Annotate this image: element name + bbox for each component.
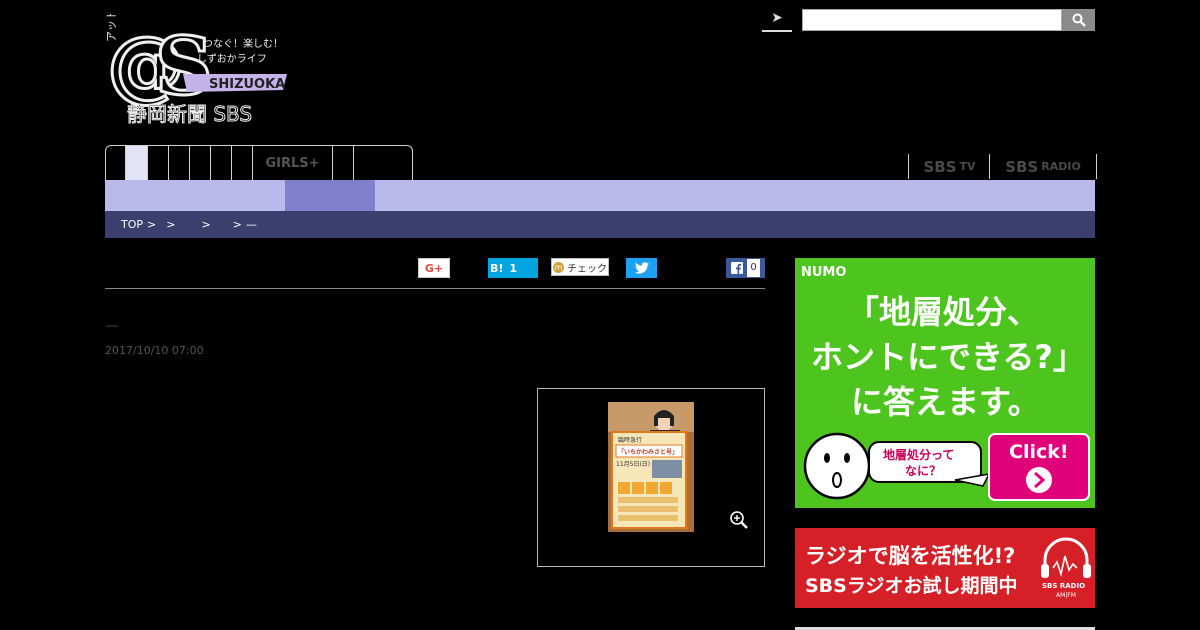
svg-text:地層処分って: 地層処分って [883, 447, 954, 462]
sbs-tv-main: SBS [923, 157, 957, 176]
article-photo[interactable]: 臨時急行 「いちかわみさと号」 11月5日(日) [608, 402, 694, 532]
nav-tab-1[interactable] [106, 146, 126, 180]
nav-tab-5[interactable] [190, 146, 211, 180]
google-plus-icon: G+ [424, 261, 444, 275]
hatena-bookmark-button[interactable]: B! 1 [488, 258, 538, 278]
svg-text:なに？: なに？ [905, 464, 941, 478]
nav-tab-6[interactable] [211, 146, 232, 180]
numo-ad-banner[interactable]: NUMO 「地層処分、 ホントにできる?」 に答えます。 地層処分って なに？ … [795, 258, 1095, 508]
sub-nav [105, 180, 1095, 211]
google-plus-share-button[interactable]: G+ [418, 258, 450, 278]
sbs-tv-link[interactable]: SBS TV [908, 154, 990, 179]
facebook-icon [731, 262, 744, 274]
nav-tab-girls[interactable]: GIRLS+ [253, 146, 333, 180]
breadcrumb-separator: > [166, 218, 176, 231]
sbs-tv-sub: TV [959, 160, 976, 173]
mascot-icon [803, 432, 871, 500]
svg-text:しずおかライフ: しずおかライフ [197, 53, 267, 65]
mixi-check-button[interactable]: m チェック [551, 258, 609, 276]
sbs-radio-link[interactable]: SBS RADIO [989, 154, 1097, 179]
mixi-icon: m [553, 261, 564, 273]
svg-text:静岡新聞 SBS: 静岡新聞 SBS [127, 102, 252, 126]
nav-tab-9[interactable] [333, 146, 354, 180]
twitter-icon [634, 262, 649, 274]
nav-tab-10[interactable] [354, 146, 392, 180]
svg-text:つなぐ！楽しむ！: つなぐ！楽しむ！ [203, 37, 283, 50]
breadcrumb-separator: > [201, 218, 211, 231]
login-icon[interactable]: ➤ [762, 10, 792, 32]
svg-text:SBSラジオお試し期間中: SBSラジオお試し期間中 [805, 574, 1017, 597]
nav-tab-3[interactable] [148, 146, 169, 180]
facebook-share-count: 0 [747, 259, 760, 277]
svg-text:「いちかわみさと号」: 「いちかわみさと号」 [618, 448, 678, 456]
breadcrumb-separator: > [232, 218, 242, 231]
search-input[interactable] [802, 9, 1062, 31]
svg-text:Click!: Click! [1009, 441, 1069, 463]
svg-text:臨時急行: 臨時急行 [618, 436, 642, 444]
svg-text:SHIZUOKA: SHIZUOKA [209, 77, 285, 92]
svg-text:S: S [155, 19, 213, 113]
svg-text:SBS RADIO: SBS RADIO [1042, 582, 1085, 590]
breadcrumb-separator: > [147, 218, 157, 231]
article-title: — [105, 318, 119, 334]
svg-text:ラジオで脳を活性化!?: ラジオで脳を活性化!? [805, 544, 1015, 568]
breadcrumb: TOP > > > > — [105, 211, 1095, 238]
breadcrumb-top[interactable]: TOP [121, 218, 143, 231]
svg-text:「地層処分、: 「地層処分、 [847, 293, 1039, 331]
sbs-radio-main: SBS [1005, 157, 1039, 176]
nav-tab-4[interactable] [169, 146, 190, 180]
svg-text:AM|FM: AM|FM [1056, 592, 1076, 599]
zoom-in-icon[interactable] [729, 510, 749, 530]
site-logo[interactable]: アットエス @ S つなぐ！楽しむ！ しずおかライフ SHIZUOKA 静岡新聞… [105, 0, 295, 127]
nav-tab-2[interactable] [126, 146, 148, 180]
hatena-icon: B! [490, 261, 504, 275]
main-nav: GIRLS+ [105, 145, 413, 180]
search-button[interactable] [1062, 9, 1095, 31]
svg-text:ホントにできる?」: ホントにできる?」 [811, 338, 1085, 376]
mixi-check-label: チェック [567, 263, 607, 275]
nav-tab-7[interactable] [232, 146, 253, 180]
sbs-radio-sub: RADIO [1041, 160, 1081, 173]
article-date: 2017/10/10 07:00 [105, 344, 204, 357]
sbs-radio-ad-banner[interactable]: ラジオで脳を活性化!? SBSラジオお試し期間中 SBS RADIO AM|FM [795, 528, 1095, 608]
hatena-count: 1 [509, 261, 518, 275]
svg-text:に答えます。: に答えます。 [851, 383, 1040, 421]
tweet-button[interactable] [626, 258, 657, 278]
svg-text:11月5日(日): 11月5日(日) [616, 461, 650, 468]
svg-text:NUMO: NUMO [801, 265, 846, 280]
sub-nav-active-item[interactable] [285, 180, 375, 211]
search-icon [1072, 13, 1086, 27]
divider [105, 288, 765, 289]
breadcrumb-current: — [245, 218, 257, 231]
facebook-share-button[interactable]: 0 [726, 258, 765, 278]
